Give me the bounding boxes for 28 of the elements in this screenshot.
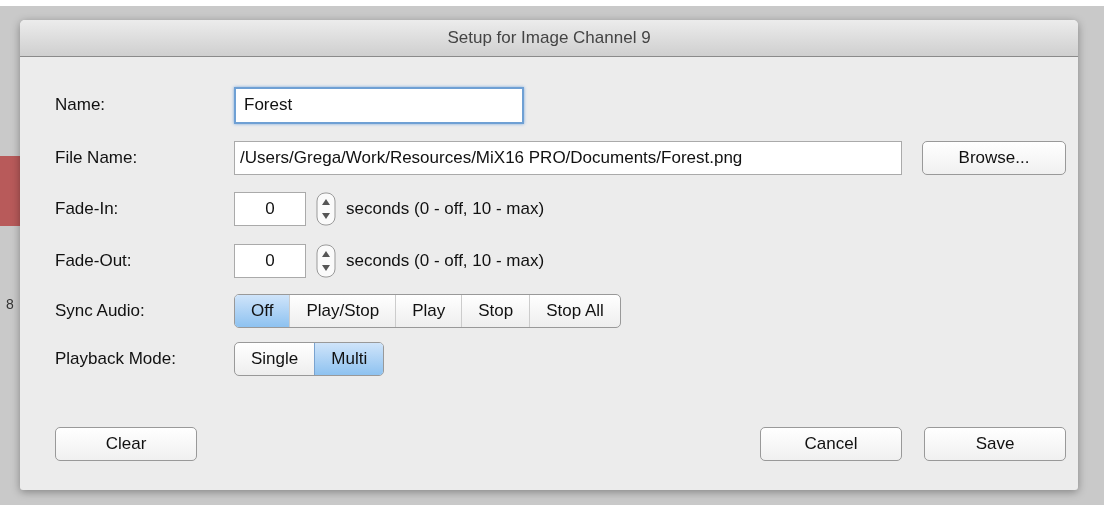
- hint-text: seconds (0 - off, 10 - max): [346, 251, 545, 271]
- stepper-icon[interactable]: [316, 244, 336, 278]
- field-label: Name:: [55, 95, 107, 115]
- field-label: Playback Mode:: [55, 349, 177, 369]
- number-field[interactable]: 0: [234, 244, 306, 278]
- background-text: 8: [6, 296, 14, 312]
- cancel-button[interactable]: Cancel: [760, 427, 902, 461]
- segment-button[interactable]: Off: [235, 295, 290, 327]
- segment-button[interactable]: Multi: [314, 343, 384, 375]
- field-label: Fade-Out:: [55, 251, 133, 271]
- name-field[interactable]: Forest: [234, 86, 524, 124]
- segment-button[interactable]: Play: [395, 295, 462, 327]
- field-label: Fade-In:: [55, 199, 120, 219]
- segment-button[interactable]: Stop All: [529, 295, 620, 327]
- browse-button[interactable]: Browse...: [922, 141, 1066, 175]
- hint-text: seconds (0 - off, 10 - max): [346, 199, 545, 219]
- field-label: File Name:: [55, 148, 139, 168]
- stepper-icon[interactable]: [316, 192, 336, 226]
- clear-button[interactable]: Clear: [55, 427, 197, 461]
- segment-button[interactable]: Play/Stop: [289, 295, 396, 327]
- file-name-field[interactable]: /Users/Grega/Work/Resources/MiX16 PRO/Documents/Forest.png: [234, 141, 902, 175]
- window-title: Setup for Image Channel 9: [447, 28, 651, 48]
- segment-button[interactable]: Single: [235, 343, 315, 375]
- segment-button[interactable]: Stop: [461, 295, 530, 327]
- number-field[interactable]: 0: [234, 192, 306, 226]
- field-label: Sync Audio:: [55, 301, 146, 321]
- save-button[interactable]: Save: [924, 427, 1066, 461]
- app-panel: [0, 156, 20, 226]
